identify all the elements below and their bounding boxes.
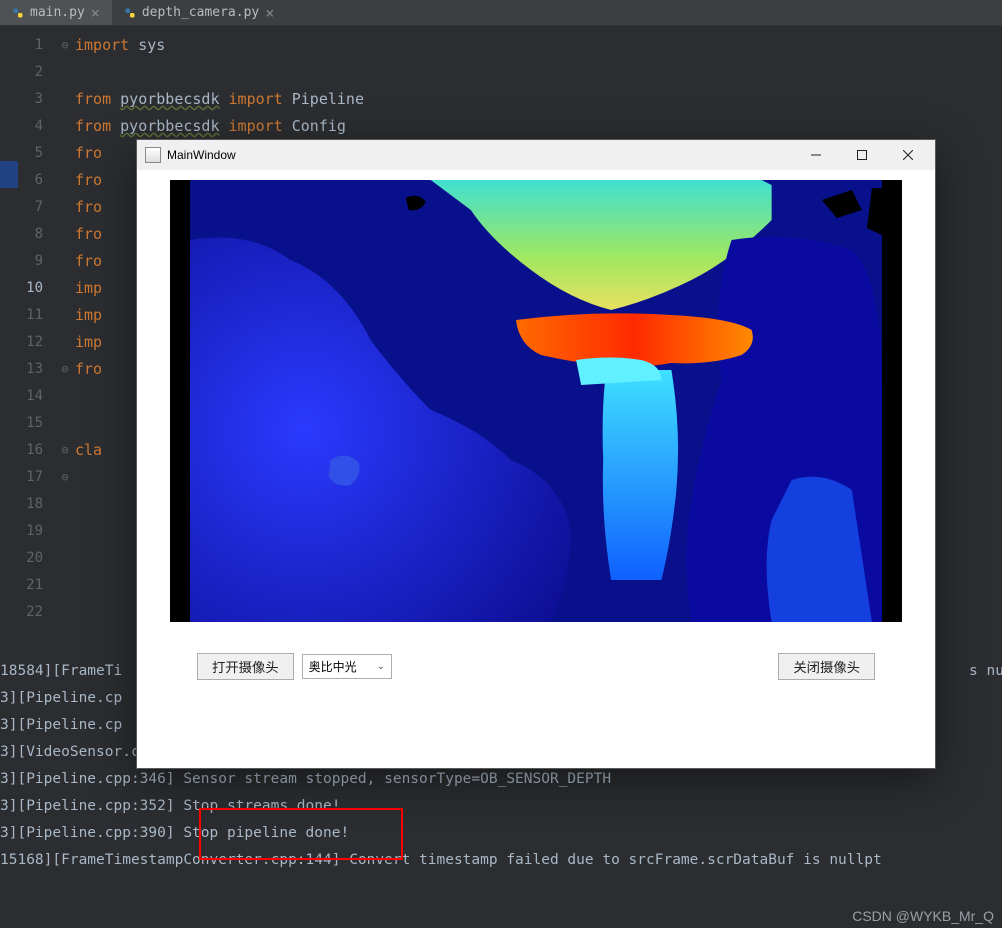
selection-marker — [0, 161, 18, 188]
dialog-controls: 打开摄像头 奥比中光 ⌄ 关闭摄像头 — [137, 653, 935, 680]
line-number: 13 — [0, 356, 43, 383]
code-line[interactable] — [75, 59, 1002, 86]
line-number: 10 — [0, 275, 43, 302]
console-line: 15168][FrameTimestampConverter.cpp:144] … — [0, 847, 1002, 874]
fold-marker[interactable] — [55, 59, 75, 86]
fold-marker[interactable] — [55, 248, 75, 275]
tab-main-py[interactable]: main.py × — [0, 0, 112, 25]
fold-marker[interactable]: ⊖ — [55, 437, 75, 464]
line-number: 15 — [0, 410, 43, 437]
line-number: 7 — [0, 194, 43, 221]
line-number: 14 — [0, 383, 43, 410]
line-number: 11 — [0, 302, 43, 329]
maximize-button[interactable] — [839, 140, 885, 170]
line-number: 2 — [0, 59, 43, 86]
depth-image-frame — [170, 180, 902, 622]
fold-marker[interactable] — [55, 545, 75, 572]
tab-label: depth_camera.py — [142, 5, 259, 20]
console-line: 3][Pipeline.cpp:352] Stop streams done! — [0, 793, 1002, 820]
watermark: CSDN @WYKB_Mr_Q — [852, 908, 994, 924]
line-number: 22 — [0, 599, 43, 626]
line-number: 17 — [0, 464, 43, 491]
fold-marker[interactable]: ⊖ — [55, 464, 75, 491]
console-line: 3][Pipeline.cpp:390] Stop pipeline done! — [0, 820, 1002, 847]
python-icon — [124, 7, 136, 19]
line-number: 20 — [0, 545, 43, 572]
fold-marker[interactable] — [55, 140, 75, 167]
fold-marker[interactable] — [55, 86, 75, 113]
line-number: 1 — [0, 32, 43, 59]
code-line[interactable]: import sys — [75, 32, 1002, 59]
open-camera-button[interactable]: 打开摄像头 — [197, 653, 294, 680]
console-line: 3][Pipeline.cpp:346] Sensor stream stopp… — [0, 766, 1002, 793]
dialog-title: MainWindow — [167, 148, 236, 162]
tab-depth-camera-py[interactable]: depth_camera.py × — [112, 0, 286, 25]
code-line[interactable]: from pyorbbecsdk import Config — [75, 113, 1002, 140]
fold-marker[interactable] — [55, 302, 75, 329]
line-number: 12 — [0, 329, 43, 356]
select-value: 奥比中光 — [309, 658, 357, 675]
line-number: 21 — [0, 572, 43, 599]
depth-image — [170, 180, 902, 622]
dialog-titlebar[interactable]: MainWindow — [137, 140, 935, 170]
close-button[interactable] — [885, 140, 931, 170]
close-icon[interactable]: × — [265, 4, 274, 22]
chevron-down-icon: ⌄ — [377, 661, 385, 672]
line-number: 16 — [0, 437, 43, 464]
close-icon[interactable]: × — [91, 4, 100, 22]
fold-marker[interactable] — [55, 167, 75, 194]
main-window-dialog: MainWindow — [136, 139, 936, 769]
fold-marker[interactable] — [55, 410, 75, 437]
line-number: 18 — [0, 491, 43, 518]
minimize-button[interactable] — [793, 140, 839, 170]
editor-tabs: main.py × depth_camera.py × — [0, 0, 1002, 26]
line-number: 3 — [0, 86, 43, 113]
fold-marker[interactable] — [55, 518, 75, 545]
fold-marker[interactable] — [55, 221, 75, 248]
line-number: 4 — [0, 113, 43, 140]
fold-marker[interactable] — [55, 491, 75, 518]
python-icon — [12, 7, 24, 19]
close-camera-button[interactable]: 关闭摄像头 — [778, 653, 875, 680]
fold-marker[interactable] — [55, 383, 75, 410]
line-number-gutter: 12345678910111213141516171819202122 — [0, 26, 55, 658]
code-line[interactable]: from pyorbbecsdk import Pipeline — [75, 86, 1002, 113]
fold-column: ⊖⊖⊖⊖ — [55, 26, 75, 658]
fold-marker[interactable] — [55, 275, 75, 302]
line-number: 19 — [0, 518, 43, 545]
line-number: 8 — [0, 221, 43, 248]
fold-marker[interactable] — [55, 599, 75, 626]
camera-select[interactable]: 奥比中光 ⌄ — [302, 654, 392, 679]
line-number: 9 — [0, 248, 43, 275]
fold-marker[interactable] — [55, 113, 75, 140]
fold-marker[interactable]: ⊖ — [55, 356, 75, 383]
fold-marker[interactable] — [55, 194, 75, 221]
tab-label: main.py — [30, 5, 85, 20]
fold-marker[interactable] — [55, 572, 75, 599]
fold-marker[interactable]: ⊖ — [55, 32, 75, 59]
app-icon — [145, 147, 161, 163]
fold-marker[interactable] — [55, 329, 75, 356]
